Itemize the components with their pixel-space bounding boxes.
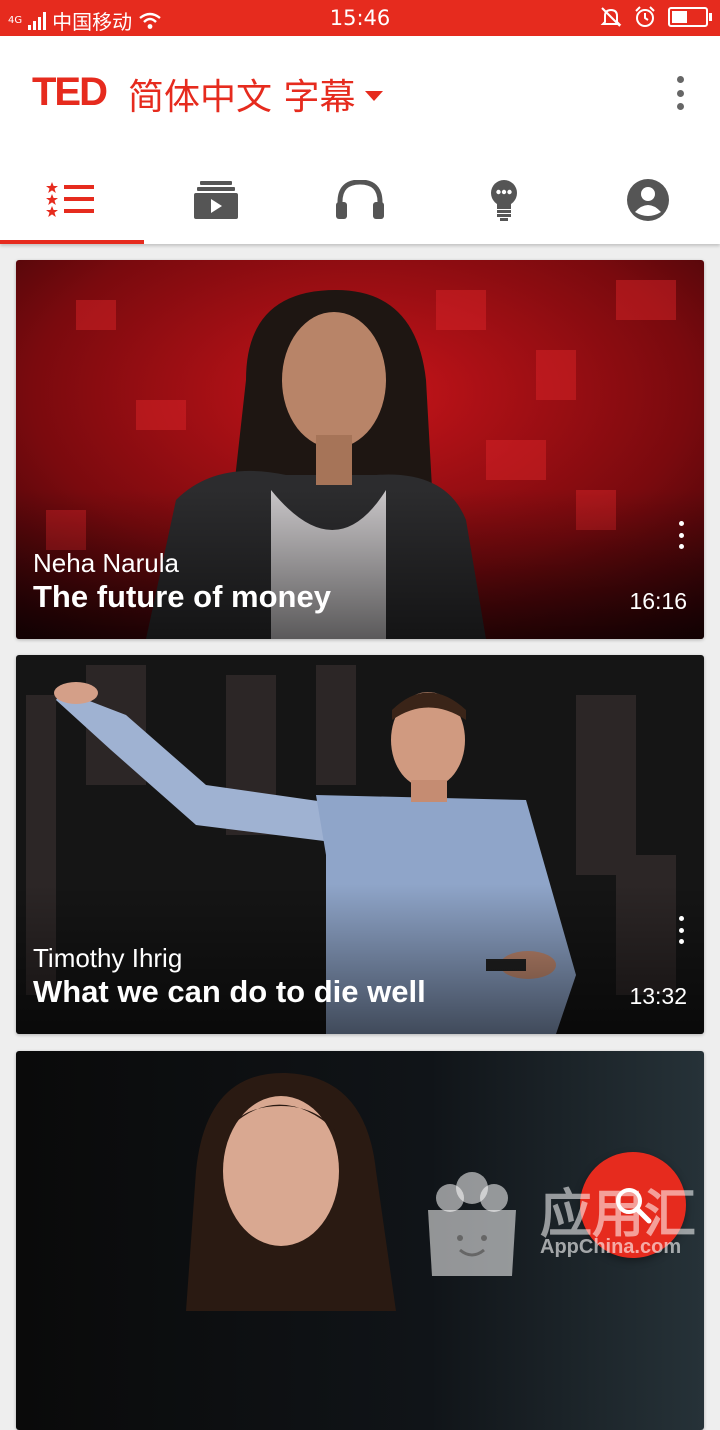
talk-title: The future of money [33, 579, 331, 614]
star-list-icon [46, 182, 94, 217]
tab-surprise-me[interactable] [432, 156, 576, 244]
alarm-icon [635, 6, 655, 27]
headphones-icon [336, 180, 384, 219]
tab-account[interactable] [576, 156, 720, 244]
app-header: TED 简体中文 字幕 [0, 36, 720, 244]
status-bar: 4G 中国移动 15:46 [0, 0, 720, 36]
tab-featured[interactable] [0, 156, 144, 244]
lightbulb-icon [491, 180, 517, 221]
tab-podcasts[interactable] [288, 156, 432, 244]
talk-card[interactable]: Timothy Ihrig What we can do to die well… [16, 655, 704, 1034]
ted-logo: TED [32, 70, 108, 114]
talk-duration: 16:16 [629, 588, 687, 614]
talk-card[interactable]: Neha Narula The future of money 16:16 [16, 260, 704, 639]
card-more-button[interactable] [676, 916, 686, 944]
caret-down-icon [365, 91, 384, 101]
talk-duration: 13:32 [629, 983, 687, 1009]
language-selector[interactable]: 简体中文 字幕 [128, 68, 384, 120]
status-right [600, 6, 712, 28]
bell-muted-icon [600, 7, 622, 27]
battery-icon [668, 7, 712, 27]
tab-bar [0, 156, 720, 244]
speaker-name: Neha Narula [33, 548, 179, 578]
playlist-icon [194, 181, 238, 219]
speaker-name: Timothy Ihrig [33, 943, 183, 973]
card-more-button[interactable] [676, 521, 686, 549]
watermark-url: AppChina.com [540, 1236, 682, 1258]
language-label: 简体中文 字幕 [128, 77, 356, 118]
talk-title: What we can do to die well [33, 974, 426, 1009]
overflow-menu-button[interactable] [670, 76, 690, 110]
account-icon [627, 179, 669, 221]
tab-playlists[interactable] [144, 156, 288, 244]
